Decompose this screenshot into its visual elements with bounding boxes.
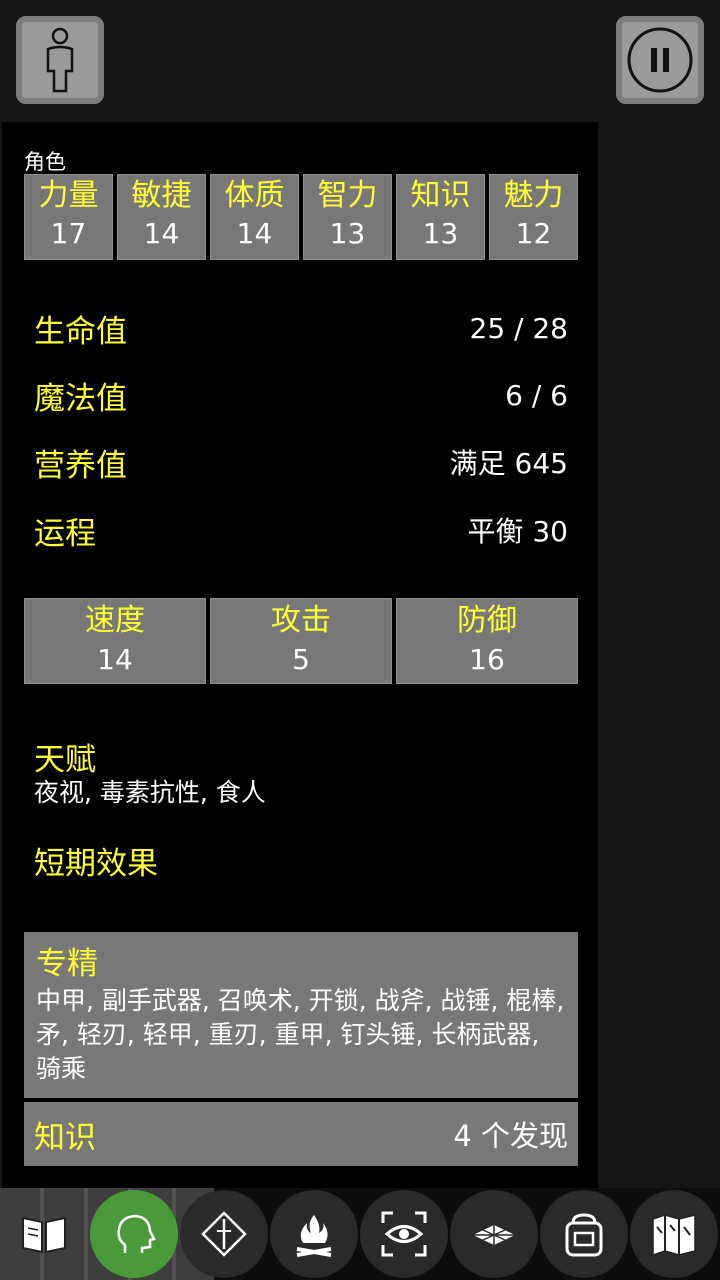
stat-label: 生命值 (34, 313, 127, 350)
character-panel: 角色 力量 17 敏捷 14 体质 14 智力 13 知识 13 魅力 12 生… (2, 122, 598, 1188)
combat-value: 16 (469, 643, 505, 676)
inventory-icon (565, 1213, 603, 1257)
combat-row: 速度 14 攻击 5 防御 16 (24, 598, 578, 684)
attribute-strength[interactable]: 力量 17 (24, 174, 113, 260)
attribute-agility[interactable]: 敏捷 14 (117, 174, 206, 260)
attribute-charisma[interactable]: 魅力 12 (489, 174, 578, 260)
map-tiles-button[interactable] (450, 1190, 538, 1278)
attribute-label: 智力 (317, 178, 378, 213)
stat-value: 25 / 28 (469, 311, 569, 345)
attribute-label: 魅力 (503, 178, 564, 213)
attribute-wisdom[interactable]: 知识 13 (396, 174, 485, 260)
knowledge-box[interactable]: 知识 4 个发现 (24, 1102, 578, 1166)
combat-value: 14 (97, 643, 133, 676)
attribute-label: 知识 (410, 178, 471, 213)
knowledge-label: 知识 (34, 1119, 96, 1156)
attribute-value: 17 (50, 217, 87, 250)
inventory-button[interactable] (540, 1190, 628, 1278)
map-tiles-icon (473, 1225, 515, 1245)
stat-nutrition[interactable]: 营养值 满足 645 (34, 440, 568, 484)
stat-label: 魔法值 (34, 380, 127, 417)
panel-title: 角色 (24, 150, 66, 174)
pause-button[interactable] (616, 16, 704, 104)
journal-button[interactable] (0, 1190, 88, 1278)
attribute-intelligence[interactable]: 智力 13 (303, 174, 392, 260)
world-map-button[interactable] (630, 1190, 718, 1278)
stat-value: 6 / 6 (505, 378, 568, 412)
bottom-toolbar (0, 1188, 720, 1280)
pause-icon (627, 27, 693, 93)
combat-value: 5 (292, 643, 310, 676)
stat-value: 满足 645 (449, 447, 568, 480)
talents-text: 夜视, 毒素抗性, 食人 (34, 778, 266, 807)
stat-value: 平衡 30 (467, 515, 568, 548)
rest-button[interactable] (270, 1190, 358, 1278)
attribute-label: 力量 (38, 178, 99, 213)
knowledge-value: 4 个发现 (453, 1119, 568, 1153)
specialization-heading: 专精 (36, 946, 98, 982)
combat-attack[interactable]: 攻击 5 (210, 598, 392, 684)
character-sheet-button[interactable] (90, 1190, 178, 1278)
journal-icon (22, 1216, 66, 1254)
attribute-value: 12 (515, 217, 552, 250)
look-button[interactable] (360, 1190, 448, 1278)
talents-heading: 天赋 (34, 742, 96, 778)
combat-label: 速度 (85, 603, 145, 638)
combat-speed[interactable]: 速度 14 (24, 598, 206, 684)
attribute-label: 敏捷 (131, 178, 192, 213)
character-icon (46, 27, 74, 93)
attribute-row: 力量 17 敏捷 14 体质 14 智力 13 知识 13 魅力 12 (24, 174, 578, 260)
attribute-value: 14 (236, 217, 273, 250)
world-map-icon (652, 1214, 696, 1257)
character-button[interactable] (16, 16, 104, 104)
specialization-text: 中甲, 副手武器, 召唤术, 开锁, 战斧, 战锤, 棍棒, 矛, 轻刃, 轻甲… (36, 986, 565, 1083)
specialization-box[interactable]: 专精 中甲, 副手武器, 召唤术, 开锁, 战斧, 战锤, 棍棒, 矛, 轻刃,… (24, 932, 578, 1098)
stat-label: 运程 (34, 515, 96, 552)
combat-label: 防御 (457, 603, 517, 638)
campfire-icon (296, 1215, 332, 1257)
compass-icon (201, 1211, 247, 1257)
stat-mana[interactable]: 魔法值 6 / 6 (34, 373, 568, 417)
combat-label: 攻击 (271, 603, 331, 638)
stat-label: 营养值 (34, 447, 127, 484)
stat-luck[interactable]: 运程 平衡 30 (34, 508, 568, 552)
look-icon (381, 1211, 427, 1257)
stat-health[interactable]: 生命值 25 / 28 (34, 306, 568, 350)
attribute-value: 13 (329, 217, 366, 250)
head-icon (117, 1214, 156, 1253)
attribute-label: 体质 (224, 178, 285, 213)
compass-button[interactable] (180, 1190, 268, 1278)
attribute-value: 13 (422, 217, 459, 250)
combat-defense[interactable]: 防御 16 (396, 598, 578, 684)
attribute-value: 14 (143, 217, 180, 250)
short-effects-heading: 短期效果 (34, 846, 158, 882)
attribute-constitution[interactable]: 体质 14 (210, 174, 299, 260)
